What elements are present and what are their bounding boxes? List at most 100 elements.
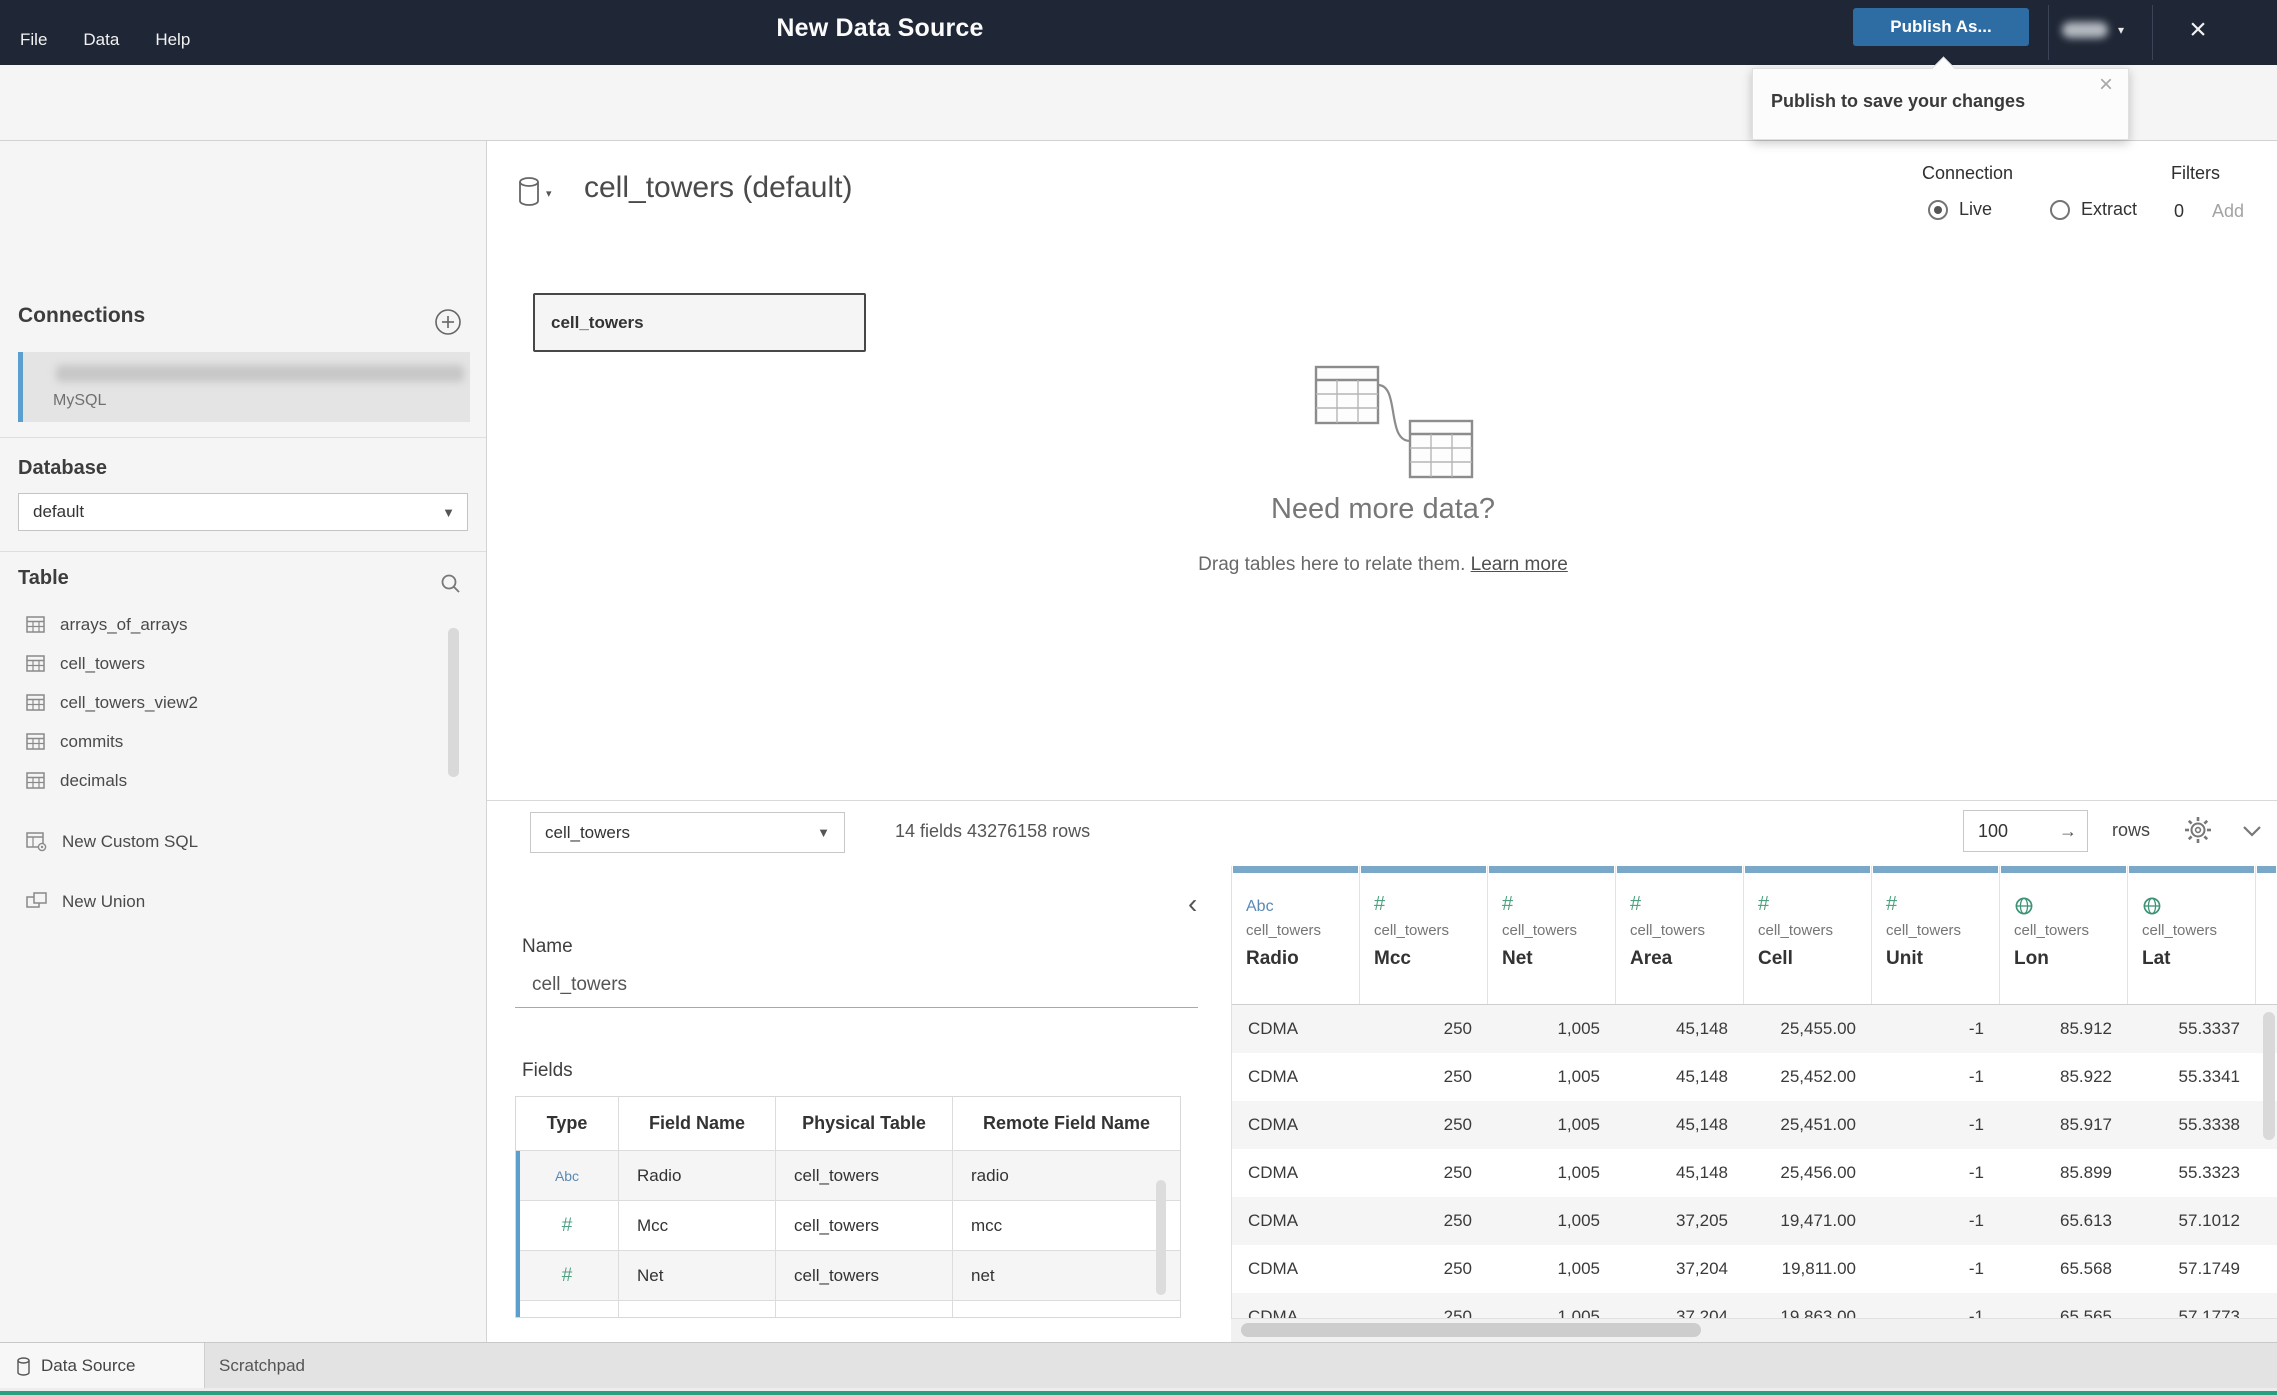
fields-label: Fields [522,1060,573,1081]
grid-cell: 85.912 [2060,1019,2112,1038]
grid-vertical-scrollbar[interactable] [2263,1012,2275,1140]
table-grid-icon [26,694,45,711]
sidebar-table-item[interactable]: commits [0,722,440,761]
grid-toolbar: cell_towers ▼ 14 fields 43276158 rows 10… [488,801,2277,866]
grid-column-header[interactable]: # cell_towers Unit [1872,866,2000,1004]
chevron-down-icon: ▼ [817,825,830,840]
new-custom-sql-label: New Custom SQL [62,831,199,851]
publish-as-button[interactable]: Publish As... [1853,8,2029,46]
search-icon[interactable] [440,573,462,595]
grid-cell: 57.1749 [2178,1259,2240,1278]
add-connection-icon[interactable] [434,308,462,336]
apply-row-count-icon[interactable]: → [2059,821,2077,842]
tab-scratchpad[interactable]: Scratchpad [205,1343,305,1388]
grid-column-header[interactable]: # cell_towers Area [1616,866,1744,1004]
fields-header-cell: Remote Field Name [953,1097,1180,1151]
sidebar-table-item[interactable]: arrays_of_arrays [0,605,440,644]
table-grid-icon [26,772,45,789]
sidebar-table-item[interactable]: cell_towers_view2 [0,683,440,722]
connection-live-radio[interactable]: Live [1928,199,1992,220]
empty-hint-text: Drag tables here to relate them. [1198,554,1471,575]
rows-label: rows [2112,820,2151,840]
grid-data-row[interactable]: CDMA 250 1,005 37,204 19,811.00 -1 65.568 57.17… [1232,1245,2277,1293]
gear-icon[interactable] [2183,815,2215,847]
table-list-scrollbar[interactable] [448,628,459,777]
grid-cell: 57.1773 [2178,1307,2240,1318]
menu-help[interactable]: Help [155,30,190,50]
grid-column-header[interactable]: # cell_towers Cell [1744,866,1872,1004]
grid-column-header[interactable]: # cell_towers Mcc [1360,866,1488,1004]
row-count-input[interactable]: 100 → [1963,810,2088,852]
new-union-item[interactable]: New Union [0,882,440,921]
grid-column-header[interactable]: Abc cell_towers Radio [1232,866,1360,1004]
menu-data[interactable]: Data [83,30,119,50]
relate-tables-illustration [1288,363,1478,481]
database-section-label: Database [18,457,107,479]
sidebar-table-item[interactable]: decimals [0,761,440,800]
fields-table: Type Field Name Physical Table Remote Field… [515,1096,1181,1318]
grid-cell: 37,204 [1676,1259,1728,1278]
grid-column-header[interactable]: cell_towers Lat [2128,866,2256,1004]
name-input[interactable]: cell_towers [532,974,627,996]
table-list: arrays_of_arrays cell_towers cell_towers_v… [0,605,440,800]
live-radio-label: Live [1959,199,1993,219]
sidebar-table-item[interactable]: cell_towers [0,644,440,683]
account-menu[interactable]: ▾ [2062,12,2138,48]
grid-cell: CDMA [1248,1115,1299,1134]
fields-table-scrollbar[interactable] [1156,1180,1166,1295]
filters-add-link[interactable]: Add [2212,201,2244,222]
field-row-selection-indicator [516,1151,520,1201]
grid-table-select[interactable]: cell_towers ▼ [530,812,845,853]
table-grid-icon [26,655,45,672]
grid-cell: 1,005 [1557,1211,1600,1230]
collapse-panel-icon[interactable]: ‹ [1188,890,1197,918]
grid-data-row[interactable]: CDMA 250 1,005 45,148 25,451.00 -1 85.917 55.33… [1232,1101,2277,1149]
grid-cell: 25,456.00 [1780,1163,1856,1182]
grid-cell: 19,471.00 [1780,1211,1856,1230]
grid-data-row[interactable]: CDMA 250 1,005 37,204 19,863.00 -1 65.565 57.17… [1232,1293,2277,1318]
fields-row[interactable]: Abc Radio cell_towers radio [516,1151,1180,1201]
connection-item[interactable]: MySQL [18,352,470,422]
fields-row[interactable]: # Mcc cell_towers mcc [516,1201,1180,1251]
sidebar-table-label: cell_towers_view2 [60,692,198,712]
grid-data-row[interactable]: CDMA 250 1,005 45,148 25,456.00 -1 85.899 55.33… [1232,1149,2277,1197]
title-bar: File Data Help New Data Source Publish As.… [0,0,2277,65]
chevron-down-icon[interactable] [2240,823,2264,839]
fields-row[interactable]: # Net cell_towers net [516,1251,1180,1301]
fields-row[interactable] [516,1301,1180,1317]
remote-field-cell: radio [953,1151,1180,1201]
new-custom-sql-item[interactable]: New Custom SQL [0,822,440,861]
grid-data-row[interactable]: CDMA 250 1,005 37,205 19,471.00 -1 65.613 57.10… [1232,1197,2277,1245]
grid-data-row[interactable]: CDMA 250 1,005 45,148 25,452.00 -1 85.922 55.33… [1232,1053,2277,1101]
logical-table-card[interactable]: cell_towers [533,293,866,352]
learn-more-link[interactable]: Learn more [1471,554,1568,575]
tab-data-source[interactable]: Data Source [0,1343,205,1388]
grid-column-header[interactable]: cell_towers Lon [2000,866,2128,1004]
tooltip-close-icon[interactable]: × [2094,71,2118,99]
column-field-label: Lon [2014,948,2049,969]
grid-cell: 1,005 [1557,1259,1600,1278]
grid-cell: -1 [1968,1259,1984,1278]
grid-column-header[interactable]: # cell_towers Net [1488,866,1616,1004]
window-title: New Data Source [776,14,984,42]
grid-cell: 65.568 [2060,1259,2112,1278]
menu-file[interactable]: File [20,30,47,50]
geo-type-icon [2142,888,2255,916]
relationship-canvas: ▾ cell_towers (default) Connection Live … [488,141,2277,801]
grid-cell: 55.3338 [2178,1115,2240,1134]
scrollbar-thumb[interactable] [1241,1323,1701,1337]
number-type-icon: # [1630,893,1642,915]
close-window-button[interactable]: × [2178,10,2218,50]
grid-data-row[interactable]: CDMA 250 1,005 45,148 25,455.00 -1 85.912 55.33… [1232,1005,2277,1053]
database-select[interactable]: default ▼ [18,493,468,531]
column-field-label: Net [1502,948,1533,969]
column-accent-bar [1873,866,1998,873]
chevron-down-icon[interactable]: ▾ [546,187,552,200]
column-accent-bar [1233,866,1358,873]
menu-bar: File Data Help [20,30,190,50]
connection-extract-radio[interactable]: Extract [2050,199,2137,220]
data-source-cylinder-icon[interactable] [517,177,541,206]
custom-sql-icon [26,832,47,852]
sheet-tab-bar: Data Source Scratchpad [0,1342,2277,1388]
grid-horizontal-scrollbar[interactable] [1231,1318,2277,1342]
